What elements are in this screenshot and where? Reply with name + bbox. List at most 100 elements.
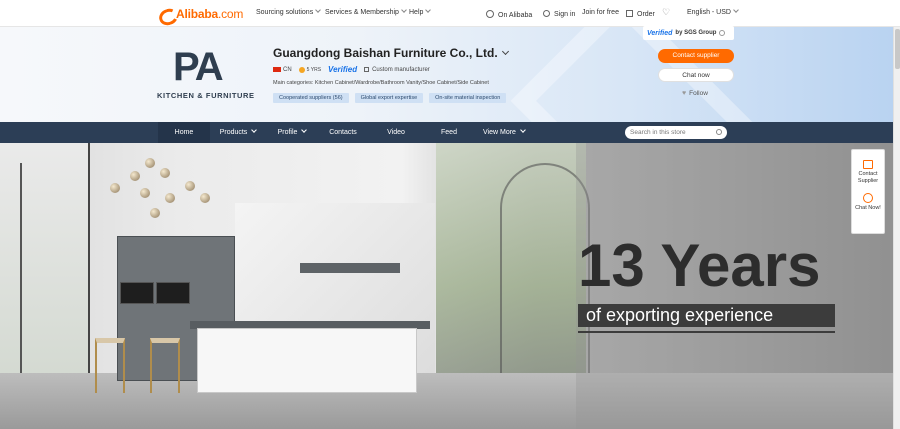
tab-feed-label: Feed (441, 129, 457, 136)
tab-home-label: Home (174, 129, 194, 136)
logo-brand: Alibaba (176, 7, 218, 21)
gold-supplier-icon (298, 66, 305, 73)
help-label: Help (409, 9, 424, 16)
chevron-down-icon (501, 47, 509, 56)
tab-feed[interactable]: Feed (425, 122, 473, 143)
heart-icon: ♥ (682, 90, 687, 97)
mail-icon (863, 160, 873, 169)
floating-chat-label: Chat Now! (855, 205, 881, 211)
alibaba-logo-icon (158, 7, 174, 21)
tab-profile[interactable]: Profile (266, 122, 318, 143)
sourcing-label: Sourcing solutions (256, 9, 314, 16)
tab-contacts-label: Contacts (329, 129, 357, 136)
company-meta: CN 5 YRS Verified Custom manufacturer (273, 65, 430, 74)
bulb-icon (185, 181, 195, 191)
tab-view-more-label: View More (483, 129, 516, 136)
info-icon[interactable] (719, 30, 726, 36)
chevron-down-icon (315, 7, 322, 13)
tab-profile-label: Profile (277, 129, 298, 136)
contact-supplier-button[interactable]: Contact supplier (658, 49, 734, 63)
bulb-icon (165, 193, 175, 203)
floating-contact-label: Contact Supplier (857, 171, 879, 184)
floating-chat-now[interactable]: Chat Now! (852, 193, 884, 212)
order-label: Order (637, 11, 655, 18)
chat-now-button[interactable]: Chat now (658, 68, 734, 82)
chevron-down-icon (733, 7, 739, 13)
bar-stool (150, 338, 180, 393)
bulb-icon (160, 168, 170, 178)
floating-contact-supplier[interactable]: Contact Supplier (852, 160, 884, 185)
sgs-verified-badge[interactable]: Verified by SGS Group (643, 26, 734, 40)
search-icon[interactable] (716, 129, 722, 135)
banner-headline: 13 Years (578, 232, 821, 299)
page-scrollbar[interactable] (893, 27, 900, 429)
tag-global-export[interactable]: Global export expertise (354, 93, 424, 103)
store-search-placeholder: Search in this store (630, 129, 686, 136)
floating-contact-panel: Contact Supplier Chat Now! (851, 149, 885, 234)
company-logo[interactable]: PA KITCHEN & FURNITURE (157, 45, 257, 105)
tab-video-label: Video (387, 129, 405, 136)
tab-home[interactable]: Home (158, 122, 210, 143)
sourcing-solutions-menu[interactable]: Sourcing solutions (256, 7, 322, 16)
bulb-icon (110, 183, 120, 193)
tab-products-label: Products (219, 129, 248, 136)
logo-domain: .com (217, 7, 244, 21)
company-name[interactable]: Guangdong Baishan Furniture Co., Ltd. (273, 46, 509, 60)
bulb-icon (200, 193, 210, 203)
order-link[interactable]: Order (626, 9, 655, 18)
tab-contacts[interactable]: Contacts (318, 122, 368, 143)
bulb-icon (150, 208, 160, 218)
help-menu[interactable]: Help (409, 7, 432, 16)
banner-island (197, 328, 417, 393)
tab-video[interactable]: Video (372, 122, 420, 143)
user-icon (543, 10, 550, 17)
language-currency-menu[interactable]: English - USD (687, 7, 739, 16)
main-categories: Main categories: Kitchen Cabinet/Wardrob… (273, 80, 489, 86)
supplier-type: Custom manufacturer (372, 66, 430, 73)
bulb-icon (140, 188, 150, 198)
join-free-link[interactable]: Join for free (582, 9, 619, 16)
years-badge: 5 YRS (306, 66, 322, 73)
hero-banner[interactable]: 13 Years of exporting experience (0, 143, 893, 429)
follow-label: Follow (689, 90, 708, 97)
store-search-input[interactable]: Search in this store (625, 126, 727, 139)
banner-subline: of exporting experience (578, 304, 835, 327)
signin-label: Sign in (554, 11, 576, 18)
compass-icon (486, 10, 494, 18)
company-name-text: Guangdong Baishan Furniture Co., Ltd. (273, 46, 498, 60)
tab-products[interactable]: Products (210, 122, 266, 143)
tag-material-inspection[interactable]: On-site material inspection (429, 93, 507, 103)
banner-underline (578, 331, 835, 333)
company-logo-letters: PA (173, 45, 224, 89)
order-icon (626, 10, 633, 17)
store-navigation: Home Products Profile Contacts Video Fee… (0, 122, 893, 143)
follow-button[interactable]: ♥ Follow (682, 90, 708, 97)
alibaba-logo[interactable]: Alibaba.com (158, 6, 243, 22)
services-membership-menu[interactable]: Services & Membership (325, 7, 407, 16)
bulb-icon (130, 171, 140, 181)
chandelier-image (100, 153, 215, 223)
capability-tags: Cooperated suppliers (56) Global export … (273, 93, 512, 103)
manufacturer-icon (364, 67, 370, 72)
bar-stool (95, 338, 125, 393)
on-alibaba-label: On Alibaba (498, 12, 533, 19)
chevron-down-icon (301, 127, 308, 133)
tag-cooperated-suppliers[interactable]: Cooperated suppliers (56) (273, 93, 349, 103)
tab-view-more[interactable]: View More (476, 122, 532, 143)
favorites-heart-icon[interactable]: ♡ (662, 7, 670, 18)
sgs-by-text: by SGS Group (675, 30, 717, 36)
language-label: English - USD (687, 9, 731, 16)
chevron-down-icon (401, 7, 407, 13)
company-logo-subtitle: KITCHEN & FURNITURE (157, 91, 255, 100)
signin-link[interactable]: Sign in (543, 9, 575, 18)
verified-badge[interactable]: Verified (328, 65, 357, 74)
chat-icon (863, 193, 873, 203)
chevron-down-icon (425, 7, 432, 13)
top-navigation: Alibaba.com Sourcing solutions Services … (0, 0, 900, 27)
scrollbar-thumb[interactable] (895, 29, 900, 69)
banner-range-hood (300, 263, 400, 273)
store-header: PA KITCHEN & FURNITURE (0, 27, 893, 122)
chevron-down-icon (520, 127, 526, 133)
country-code: CN (283, 66, 292, 73)
on-alibaba-link[interactable]: On Alibaba (486, 9, 532, 19)
